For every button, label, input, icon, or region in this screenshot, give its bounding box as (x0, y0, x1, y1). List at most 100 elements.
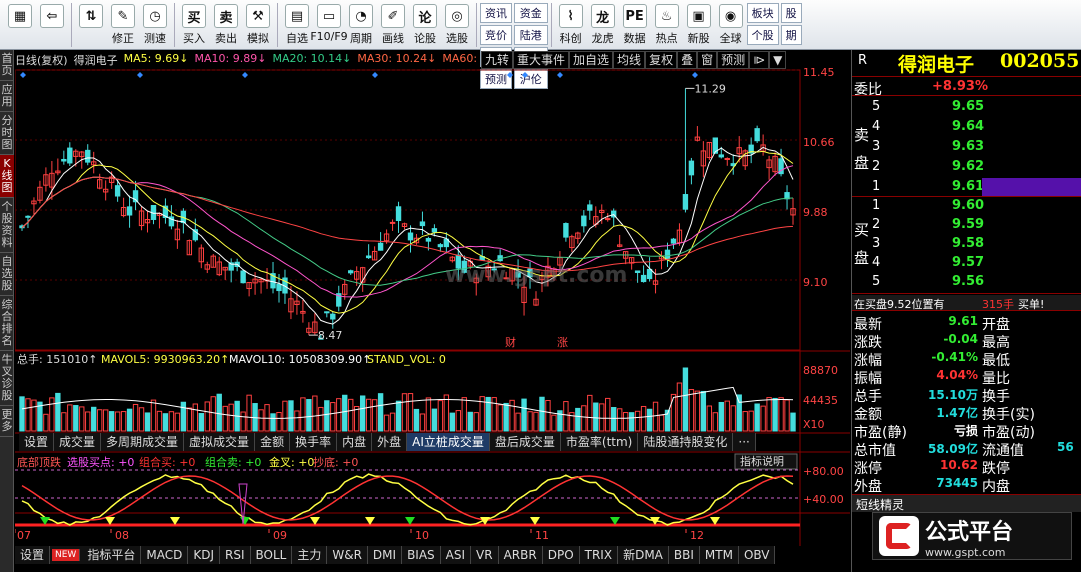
sidebar-tab[interactable]: 个股资料 (0, 198, 14, 253)
price-axis-label: 9.88 (803, 206, 828, 219)
sidebar-tab[interactable]: K线图 (0, 155, 14, 198)
buy-button[interactable]: 买买入 (178, 0, 210, 48)
back-button[interactable]: ⇦ (36, 0, 68, 48)
volume-tab[interactable]: 内盘 (337, 433, 373, 451)
toolbar-mini-button[interactable]: 板块 (746, 3, 779, 23)
volume-tab[interactable]: ··· (733, 433, 756, 451)
short-elf-panel[interactable]: 短线精灵 (852, 494, 1081, 512)
indicator-tab[interactable]: KDJ (188, 546, 220, 564)
indicator-tab[interactable]: DPO (543, 546, 580, 564)
indicator-tab[interactable]: ARBR (499, 546, 543, 564)
toolbar-mini-button[interactable]: 陆港 (514, 25, 548, 45)
toolbar-mini-button[interactable]: 期 (780, 25, 802, 45)
event-marker-icon[interactable] (242, 72, 248, 78)
pen-button[interactable]: ✐ 画线 (377, 0, 409, 48)
candle-body (605, 218, 611, 221)
chart-button[interactable]: 窗 (697, 51, 718, 69)
volume-tab[interactable]: 陆股通持股变化 (638, 433, 734, 451)
sell-button[interactable]: 卖卖出 (210, 0, 242, 48)
data-button[interactable]: PE 数据 (619, 0, 651, 48)
volume-tab[interactable]: AI立桩成交量 (407, 433, 490, 451)
sidebar-tab[interactable]: 分时图 (0, 112, 14, 155)
indicator-tab[interactable]: ASI (441, 546, 472, 564)
volume-tab[interactable]: 金额 (255, 433, 291, 451)
event-tag[interactable]: 涨 (557, 336, 568, 349)
edit-button[interactable]: ✎ 修正 (107, 0, 139, 48)
select-button[interactable]: ◎ 选股 (441, 0, 473, 48)
monitor-button[interactable]: ▭ F10/F9 (310, 0, 348, 48)
hot-button[interactable]: ♨ 热点 (651, 0, 683, 48)
toolbar-mini-button[interactable]: 竞价 (480, 25, 512, 45)
indicator-tab[interactable]: BOLL (251, 546, 293, 564)
volume-tab[interactable]: 盘后成交量 (490, 433, 561, 451)
sidebar-tab[interactable]: 自选股 (0, 253, 14, 296)
globe-button[interactable]: ◉ 全球 (715, 0, 747, 48)
indicator-tab[interactable]: DMI (368, 546, 403, 564)
grid-button[interactable]: ▦ (4, 0, 36, 48)
quote-text: 市盈(动) (982, 425, 1035, 441)
indicator-tab[interactable]: 设置 (15, 546, 51, 564)
toolbar-mini-button[interactable]: 个股 (746, 25, 779, 45)
chart-button[interactable]: ▼ (769, 51, 787, 69)
volume-tab[interactable]: 市盈率(ttm) (561, 433, 639, 451)
chart-button[interactable]: 复权 (645, 51, 678, 69)
event-marker-icon[interactable] (557, 72, 563, 78)
chart-button[interactable]: 重大事件 (513, 51, 570, 69)
indicator-tab[interactable]: 指标平台 (82, 546, 142, 564)
chart-button[interactable]: 均线 (613, 51, 646, 69)
hammer-button[interactable]: ⚒ 模拟 (242, 0, 274, 48)
chart-button[interactable]: 加自选 (569, 51, 614, 69)
volume-bar (581, 405, 587, 432)
volume-tab[interactable]: 成交量 (54, 433, 102, 451)
event-marker-icon[interactable] (522, 72, 528, 78)
indicator-tab[interactable]: TRIX (580, 546, 619, 564)
toolbar-label: 全球 (719, 32, 742, 45)
volume-tab[interactable]: 外盘 (372, 433, 408, 451)
sidebar-tab[interactable]: 应用 (0, 81, 14, 112)
sidebar-tab[interactable]: 首页 (0, 50, 14, 81)
event-marker-icon[interactable] (372, 72, 378, 78)
indicator-tab[interactable]: MACD (141, 546, 189, 564)
sidebar-tab[interactable]: 更多 (0, 406, 14, 437)
forum-button[interactable]: 论论股 (409, 0, 441, 48)
indicator-tab[interactable]: MTM (700, 546, 739, 564)
sidebar-tab[interactable]: 牛叉诊股 (0, 351, 14, 406)
indicator-tab[interactable]: OBV (739, 546, 776, 564)
event-tag[interactable]: 财 (505, 335, 516, 349)
chart-area[interactable]: 11.45 10.66 9.88 9.10 11.29 8.47 财 涨 www.gspt.co… (15, 50, 850, 572)
volume-tab[interactable]: 换手率 (290, 433, 338, 451)
indicator-tab[interactable]: BIAS (402, 546, 441, 564)
indicator-tab[interactable]: 主力 (292, 546, 328, 564)
indicator-tab[interactable]: NEW (52, 549, 81, 561)
clock-button[interactable]: ◷ 测速 (139, 0, 171, 48)
month-label: 09 (273, 529, 287, 542)
indicator-tab[interactable]: W&R (327, 546, 368, 564)
chart-button[interactable]: ⧐ (749, 51, 770, 69)
sidebar-tab[interactable]: 综合排名 (0, 296, 14, 351)
dragon-button[interactable]: 龙龙虎 (587, 0, 619, 48)
updown-button[interactable]: ⇅ (75, 0, 107, 48)
research-button[interactable]: ⌇ 科创 (555, 0, 587, 48)
indicator-tab[interactable]: BBI (669, 546, 700, 564)
toolbar-mini-button[interactable]: 资金 (514, 3, 548, 23)
event-marker-icon[interactable] (507, 72, 513, 78)
event-marker-icon[interactable] (692, 72, 698, 78)
event-marker-icon[interactable] (137, 72, 143, 78)
cycle-button[interactable]: ◔ 周期 (345, 0, 377, 48)
volume-tab[interactable]: 虚拟成交量 (184, 433, 256, 451)
indicator-tab[interactable]: RSI (220, 546, 251, 564)
indicator-tab[interactable]: VR (471, 546, 499, 564)
volume-tab[interactable]: 多周期成交量 (101, 433, 185, 451)
toolbar-mini-button[interactable]: 股 (780, 3, 802, 23)
event-marker-icon[interactable] (20, 72, 26, 78)
kline-svg[interactable]: 11.45 10.66 9.88 9.10 11.29 8.47 财 涨 www.gspt.co… (15, 50, 850, 572)
chart-button[interactable]: 预测 (717, 51, 750, 69)
indicator-header-text: 组合卖: +0 (205, 455, 261, 469)
indicator-tab[interactable]: 新DMA (618, 546, 669, 564)
volume-tab[interactable]: 设置 (19, 433, 55, 451)
toolbar-mini-button[interactable]: 资讯 (480, 3, 512, 23)
ipo-button[interactable]: ▣ 新股 (683, 0, 715, 48)
chart-button[interactable]: 叠 (677, 51, 698, 69)
chart-button[interactable]: 九转 (481, 51, 514, 69)
folder-button[interactable]: ▤ 自选 (281, 0, 313, 48)
